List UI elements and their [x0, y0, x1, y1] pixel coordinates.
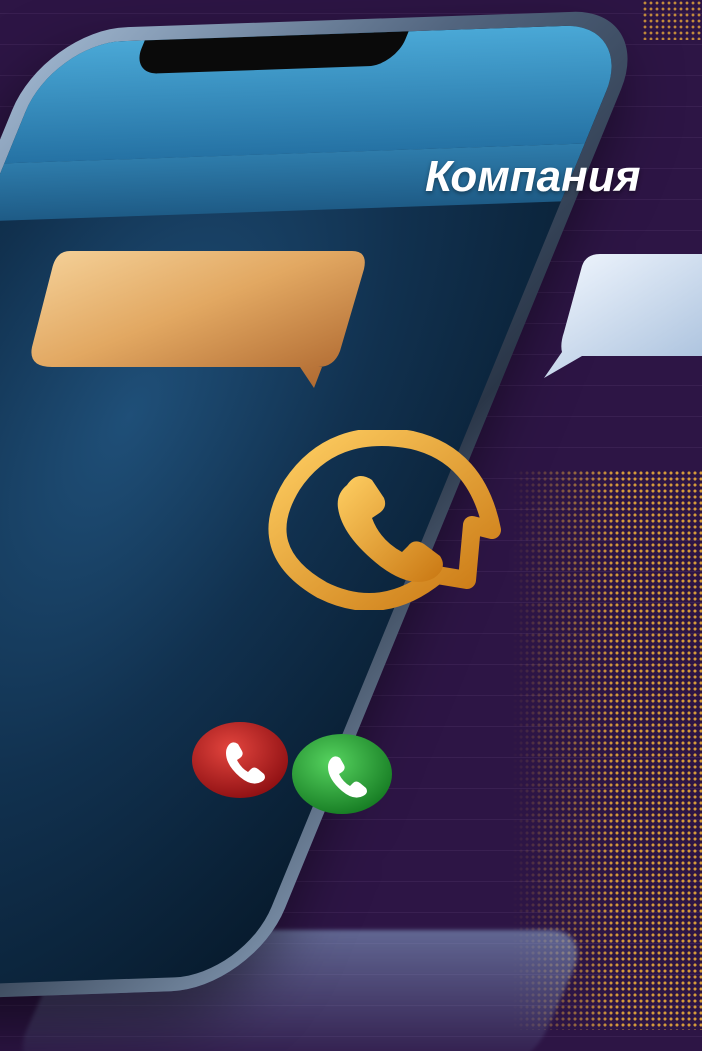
chat-bubble-left-icon: [31, 251, 365, 388]
phone-callback-icon: [268, 430, 501, 610]
accept-call-button[interactable]: [290, 732, 395, 817]
scene: Компания: [0, 0, 702, 1051]
screen-title: Компания: [425, 152, 641, 201]
chat-bubble-right-icon: [544, 254, 702, 378]
decline-call-button[interactable]: [190, 720, 290, 800]
dot-pattern-top: [642, 0, 702, 40]
